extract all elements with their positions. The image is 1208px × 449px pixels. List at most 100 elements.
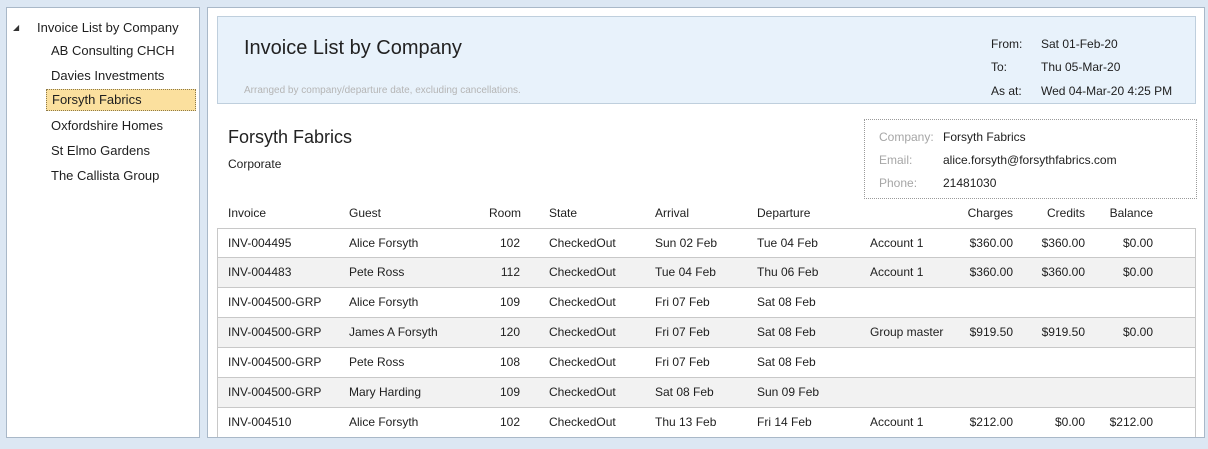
column-header-charges: Charges: [967, 206, 1013, 220]
cell-departure: Thu 06 Feb: [757, 265, 819, 279]
column-header-room: Room: [489, 206, 522, 220]
table-row[interactable]: INV-004500-GRP James A Forsyth 120 CheckedO…: [217, 318, 1196, 348]
cell-arrival: Fri 07 Feb: [655, 325, 710, 339]
invoice-table: INV-004495 Alice Forsyth 102 CheckedOut Sun …: [217, 228, 1196, 437]
cell-departure: Fri 14 Feb: [757, 415, 812, 429]
cell-guest: Alice Forsyth: [349, 236, 419, 250]
cell-state: CheckedOut: [549, 415, 616, 429]
cell-guest: Pete Ross: [349, 265, 405, 279]
column-header-invoice: Invoice: [228, 206, 267, 220]
cell-departure: Sat 08 Feb: [757, 355, 816, 369]
cell-invoice: INV-004500-GRP: [228, 385, 322, 399]
cell-state: CheckedOut: [549, 236, 616, 250]
tree-item-st-elmo-gardens[interactable]: St Elmo Gardens: [46, 140, 155, 162]
cell-charges: $919.50: [969, 325, 1013, 339]
column-header-guest: Guest: [349, 206, 382, 220]
cell-departure: Tue 04 Feb: [757, 236, 818, 250]
company-type: Corporate: [228, 157, 282, 171]
as-at-value: Wed 04-Mar-20 4:25 PM: [1041, 84, 1173, 98]
report-subtitle: Arranged by company/departure date, excl…: [244, 85, 521, 96]
email-value: alice.forsyth@forsythfabrics.com: [943, 153, 1117, 167]
column-header-balance: Balance: [1109, 206, 1153, 220]
table-row[interactable]: INV-004500-GRP Pete Ross 108 CheckedOut Fri …: [217, 348, 1196, 378]
tree-item-forsyth-fabrics[interactable]: Forsyth Fabrics: [46, 89, 196, 111]
cell-credits: $360.00: [1041, 265, 1085, 279]
report-header: Invoice List by Company Arranged by comp…: [217, 16, 1196, 104]
tree-item-oxfordshire-homes[interactable]: Oxfordshire Homes: [46, 115, 168, 137]
cell-departure: Sat 08 Feb: [757, 325, 816, 339]
cell-arrival: Fri 07 Feb: [655, 355, 710, 369]
table-row[interactable]: INV-004500-GRP Mary Harding 109 CheckedOut S…: [217, 378, 1196, 408]
to-label: To:: [991, 60, 1008, 74]
from-label: From:: [991, 37, 1023, 51]
company-value: Forsyth Fabrics: [943, 130, 1026, 144]
cell-invoice: INV-004500-GRP: [228, 325, 322, 339]
table-row[interactable]: INV-004495 Alice Forsyth 102 CheckedOut Sun …: [217, 228, 1196, 258]
cell-room: 109: [499, 295, 520, 309]
cell-guest: Pete Ross: [349, 355, 405, 369]
tree-root[interactable]: ◢ Invoice List by Company: [13, 18, 179, 36]
cell-room: 109: [499, 385, 520, 399]
report-title: Invoice List by Company: [244, 37, 462, 59]
report-panel: Invoice List by Company Arranged by comp…: [207, 7, 1205, 438]
table-row[interactable]: INV-004500-GRP Alice Forsyth 109 CheckedOut…: [217, 288, 1196, 318]
cell-guest: Mary Harding: [349, 385, 422, 399]
column-header-arrival: Arrival: [655, 206, 690, 220]
contact-box: Company: Forsyth Fabrics Email: alice.fo…: [864, 119, 1197, 199]
cell-room: 108: [499, 355, 520, 369]
email-label: Email:: [879, 153, 913, 167]
cell-account: Account 1: [870, 265, 924, 279]
cell-account: Account 1: [870, 236, 924, 250]
cell-charges: $360.00: [969, 265, 1013, 279]
cell-arrival: Fri 07 Feb: [655, 295, 710, 309]
cell-charges: $360.00: [969, 236, 1013, 250]
cell-guest: James A Forsyth: [349, 325, 438, 339]
cell-charges: $212.00: [969, 415, 1013, 429]
cell-invoice: INV-004483: [228, 265, 292, 279]
cell-guest: Alice Forsyth: [349, 415, 419, 429]
cell-departure: Sun 09 Feb: [757, 385, 820, 399]
cell-invoice: INV-004500-GRP: [228, 355, 322, 369]
cell-room: 112: [500, 265, 520, 279]
cell-credits: $919.50: [1041, 325, 1085, 339]
cell-balance: $212.00: [1109, 415, 1153, 429]
company-name: Forsyth Fabrics: [228, 127, 353, 147]
cell-balance: $0.00: [1122, 325, 1153, 339]
cell-state: CheckedOut: [549, 295, 616, 309]
cell-state: CheckedOut: [549, 325, 616, 339]
cell-invoice: INV-004510: [228, 415, 292, 429]
tree-item-ab-consulting-chch[interactable]: AB Consulting CHCH: [46, 40, 180, 62]
cell-guest: Alice Forsyth: [349, 295, 419, 309]
tree-item-the-callista-group[interactable]: The Callista Group: [46, 165, 164, 187]
cell-room: 102: [499, 415, 520, 429]
cell-arrival: Sun 02 Feb: [655, 236, 718, 250]
cell-arrival: Sat 08 Feb: [655, 385, 714, 399]
as-at-label: As at:: [991, 84, 1022, 98]
company-label: Company:: [879, 130, 934, 144]
cell-credits: $0.00: [1054, 415, 1085, 429]
phone-label: Phone:: [879, 176, 918, 190]
cell-arrival: Tue 04 Feb: [655, 265, 716, 279]
phone-value: 21481030: [943, 176, 997, 190]
column-header-state: State: [549, 206, 578, 220]
cell-state: CheckedOut: [549, 265, 616, 279]
collapse-toggle-icon[interactable]: ◢: [13, 23, 27, 32]
cell-state: CheckedOut: [549, 385, 616, 399]
cell-departure: Sat 08 Feb: [757, 295, 816, 309]
tree-root-label[interactable]: Invoice List by Company: [37, 20, 179, 35]
cell-account: Group master: [870, 325, 944, 339]
column-header-departure: Departure: [757, 206, 811, 220]
company-tree: ◢ Invoice List by Company AB Consulting …: [6, 7, 200, 438]
table-row[interactable]: INV-004483 Pete Ross 112 CheckedOut Tue 04 F…: [217, 258, 1196, 288]
cell-balance: $0.00: [1122, 236, 1153, 250]
from-value: Sat 01-Feb-20: [1041, 37, 1118, 51]
cell-account: Account 1: [870, 415, 924, 429]
cell-room: 102: [499, 236, 520, 250]
cell-invoice: INV-004495: [228, 236, 292, 250]
cell-balance: $0.00: [1122, 265, 1153, 279]
cell-invoice: INV-004500-GRP: [228, 295, 322, 309]
tree-item-davies-investments[interactable]: Davies Investments: [46, 65, 169, 87]
cell-arrival: Thu 13 Feb: [655, 415, 717, 429]
table-row[interactable]: INV-004510 Alice Forsyth 102 CheckedOut Thu …: [217, 408, 1196, 437]
cell-room: 120: [499, 325, 520, 339]
